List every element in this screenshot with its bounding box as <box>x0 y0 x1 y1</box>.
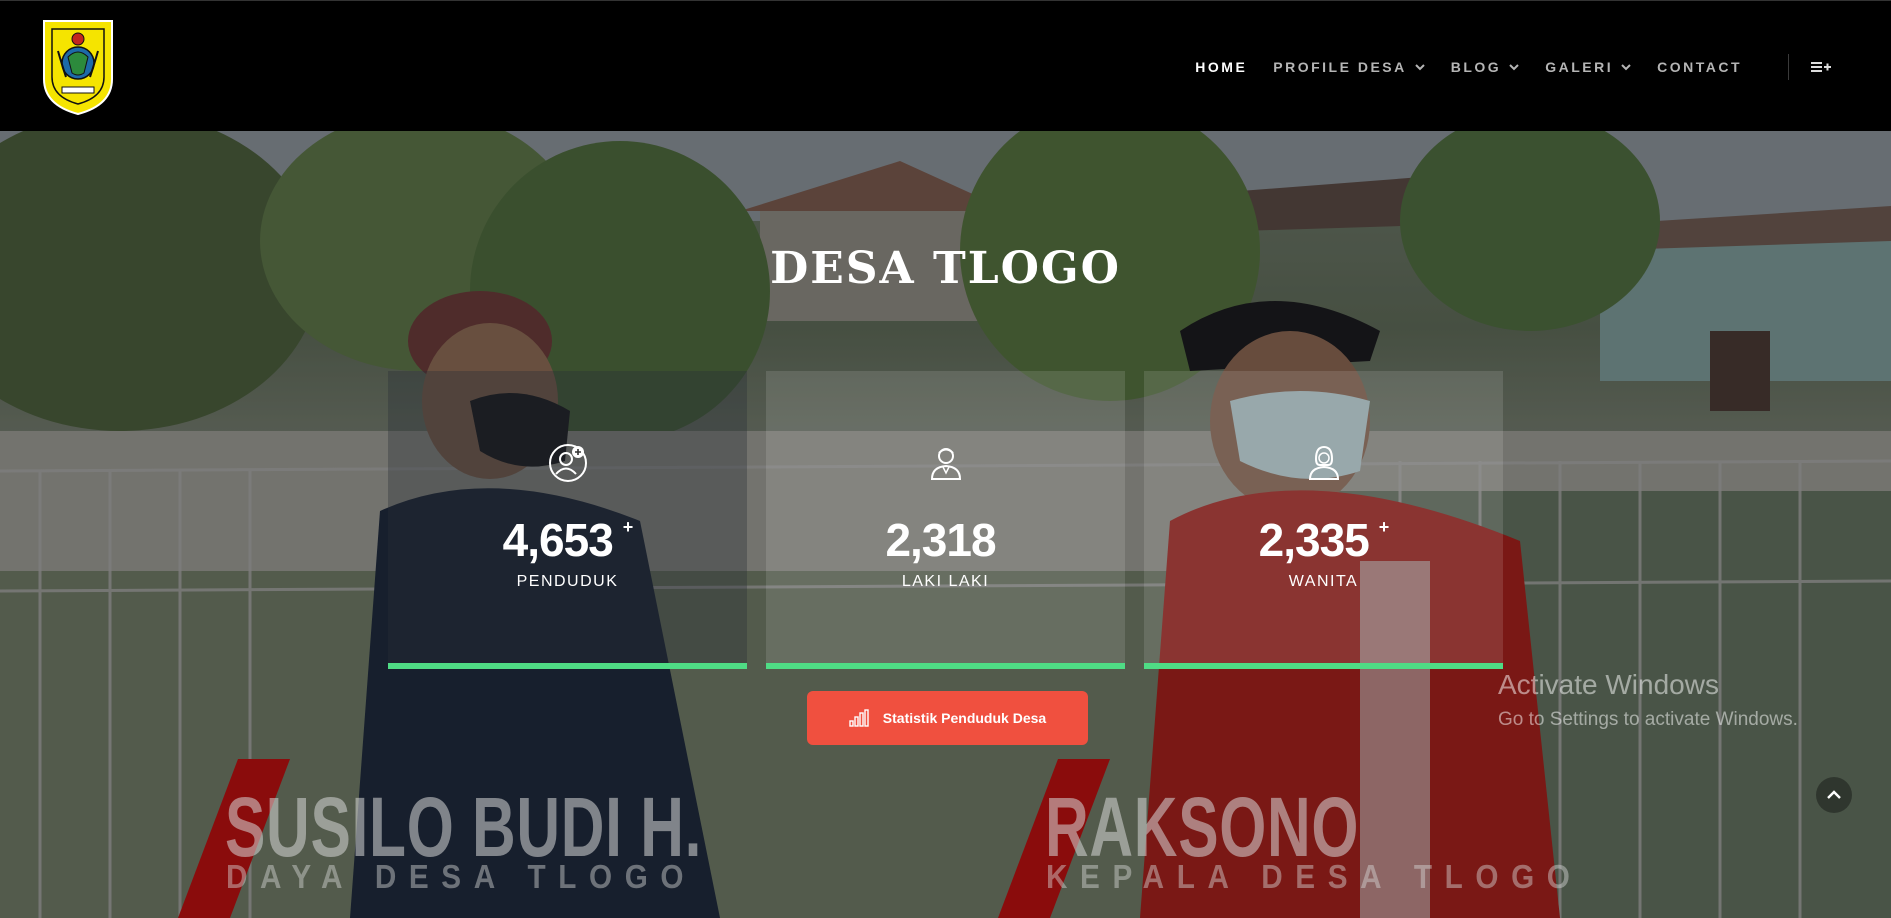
stat-label-laki-laki: LAKI LAKI <box>901 573 990 590</box>
nav-galeri-label: GALERI <box>1545 58 1614 75</box>
stats-row: 4,653 + PENDUDUK 2,318 LAKI LAKI 2,335 +… <box>388 371 1503 669</box>
chevron-down-icon <box>1415 63 1425 70</box>
user-female-icon <box>1308 445 1340 480</box>
nav-profile-desa-label: PROFILE DESA <box>1273 58 1407 75</box>
statistik-penduduk-button[interactable]: Statistik Penduduk Desa <box>807 691 1088 745</box>
nav-home[interactable]: HOME <box>1195 59 1247 75</box>
stat-accent-bar <box>388 663 747 669</box>
nav-blog-label: BLOG <box>1450 58 1502 75</box>
stat-value-wanita: 2,335 + <box>1258 514 1390 566</box>
stat-label-wanita: WANITA <box>1288 573 1359 590</box>
stat-card-penduduk: 4,653 + PENDUDUK <box>388 371 747 669</box>
nav-galeri[interactable]: GALERI <box>1545 59 1631 75</box>
user-male-icon <box>930 448 962 480</box>
chevron-down-icon <box>1621 63 1631 70</box>
stat-label-penduduk: PENDUDUK <box>516 573 619 590</box>
scroll-to-top-button[interactable] <box>1816 777 1852 813</box>
windows-activation-watermark: Activate Windows Go to Settings to activ… <box>1498 669 1798 731</box>
stat-card-laki-laki: 2,318 LAKI LAKI <box>766 371 1125 669</box>
stat-value-penduduk: 4,653 + <box>502 514 634 566</box>
page: HOME PROFILE DESA BLOG GALERI CONTACT DE… <box>0 0 1891 918</box>
stat-plus: + <box>622 517 633 537</box>
nav-divider <box>1788 53 1789 80</box>
caption-role-right: KEPALA DESA TLOGO <box>1046 858 1583 895</box>
main-nav: HOME PROFILE DESA BLOG GALERI CONTACT <box>1195 1 1891 132</box>
chevron-up-icon <box>1827 790 1841 799</box>
caption-role-left: DAYA DESA TLOGO <box>226 858 697 895</box>
nav-contact-label: CONTACT <box>1657 58 1742 75</box>
watermark-line-2: Go to Settings to activate Windows. <box>1498 709 1798 730</box>
stat-accent-bar <box>766 663 1125 669</box>
site-header: HOME PROFILE DESA BLOG GALERI CONTACT <box>0 0 1891 131</box>
nav-profile-desa[interactable]: PROFILE DESA <box>1273 58 1425 75</box>
hero-title: DESA TLOGO <box>770 243 1121 294</box>
user-plus-icon <box>549 444 587 482</box>
stat-card-wanita: 2,335 + WANITA <box>1144 371 1503 669</box>
stat-accent-bar <box>1144 663 1503 669</box>
chevron-down-icon <box>1509 63 1519 70</box>
bar-chart-icon <box>849 709 869 727</box>
watermark-line-1: Activate Windows <box>1498 669 1719 700</box>
menu-plus-icon[interactable] <box>1811 59 1831 75</box>
nav-contact[interactable]: CONTACT <box>1657 59 1742 75</box>
village-logo[interactable] <box>40 17 116 117</box>
hero-section: DESA TLOGO 4,653 + PENDUDUK 2,318 LAKI L… <box>0 131 1891 918</box>
stat-plus: + <box>1378 517 1389 537</box>
nav-home-label: HOME <box>1195 58 1248 75</box>
nav-blog[interactable]: BLOG <box>1451 59 1519 75</box>
statistik-button-label: Statistik Penduduk Desa <box>882 710 1047 726</box>
stat-value-laki-laki: 2,318 <box>885 514 996 566</box>
